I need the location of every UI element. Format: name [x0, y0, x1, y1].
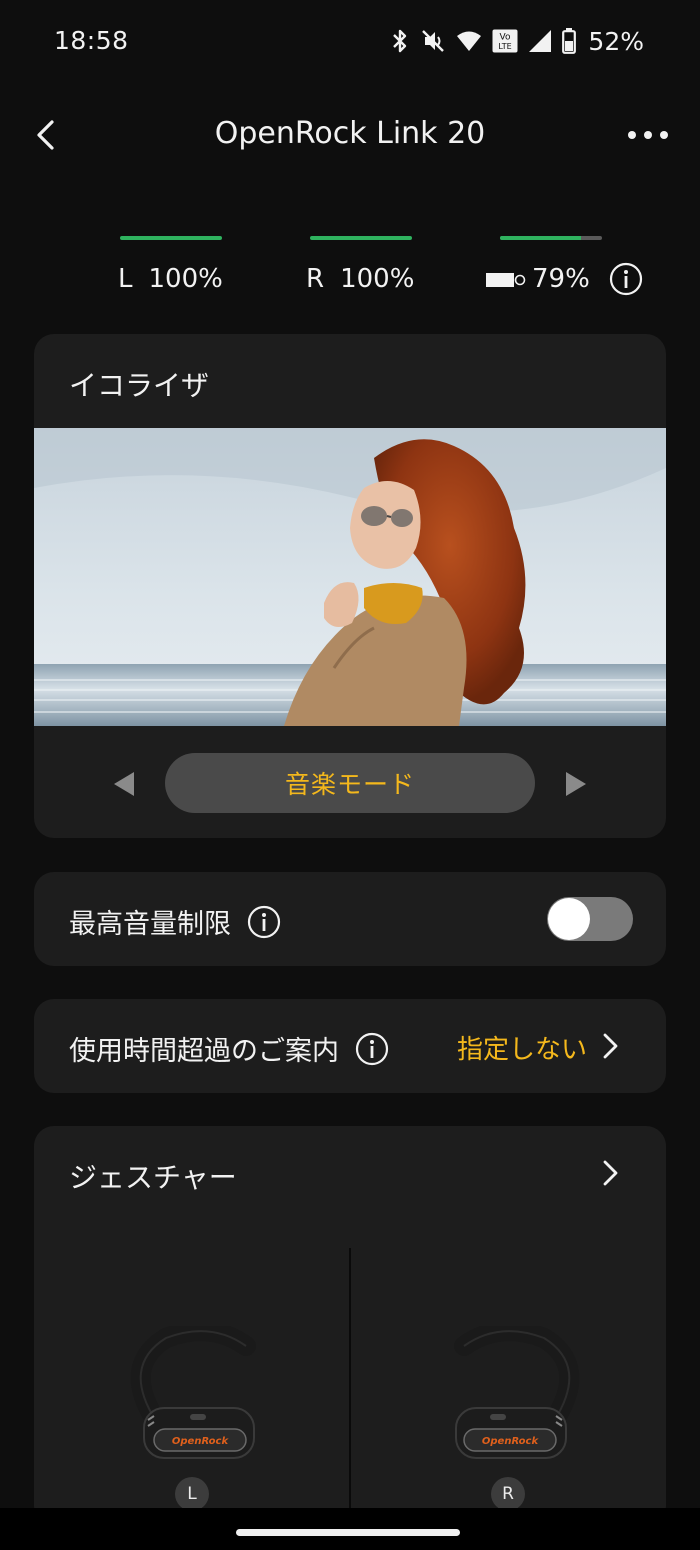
- home-indicator[interactable]: [236, 1529, 460, 1536]
- battery-icon: [562, 28, 577, 54]
- svg-text:Vo: Vo: [500, 33, 511, 43]
- chevron-right-icon: [603, 1033, 618, 1059]
- equalizer-mode-button[interactable]: 音楽モード: [165, 753, 535, 813]
- battery-right-bar: [310, 236, 412, 240]
- battery-left-label: L 100%: [118, 264, 223, 294]
- left-earbud-brand: OpenRock: [172, 1436, 230, 1447]
- woman-by-sea-photo: [34, 428, 666, 726]
- info-icon: [609, 262, 643, 296]
- battery-left-value: 100%: [148, 264, 223, 294]
- battery-case-value: 79%: [532, 264, 590, 294]
- status-icons: Vo LTE 52%: [390, 26, 644, 56]
- left-earbud-badge: L: [175, 1477, 209, 1511]
- battery-info-button[interactable]: [609, 262, 643, 296]
- right-earbud-badge: R: [491, 1477, 525, 1511]
- battery-left-fill: [120, 236, 222, 240]
- battery-case-label: 79%: [486, 264, 590, 294]
- max-volume-card: 最高音量制限: [34, 872, 666, 966]
- right-earbud-image: OpenRock: [454, 1326, 580, 1459]
- battery-left-side: L: [118, 264, 133, 294]
- signal-icon: [529, 30, 552, 52]
- battery-percent: 52%: [588, 26, 644, 56]
- usage-reminder-label: 使用時間超過のご案内: [69, 1036, 339, 1067]
- battery-right-fill: [310, 236, 412, 240]
- volte-icon: Vo LTE: [492, 29, 518, 53]
- status-time: 18:58: [54, 26, 129, 55]
- more-horizontal-icon: [628, 131, 668, 139]
- battery-right-side: R: [306, 264, 325, 294]
- battery-right-label: R 100%: [306, 264, 414, 294]
- previous-mode-button[interactable]: [112, 770, 136, 798]
- bluetooth-icon: [393, 29, 407, 53]
- battery-status: L 100% R 100% 79%: [0, 236, 700, 306]
- usage-reminder-info-icon[interactable]: [355, 1032, 389, 1066]
- navigation-bar: [0, 1508, 700, 1550]
- battery-right: [310, 236, 412, 240]
- equalizer-title: イコライザ: [69, 369, 210, 402]
- vibrate-off-icon: [422, 30, 445, 52]
- more-button[interactable]: [626, 122, 670, 148]
- svg-text:LTE: LTE: [499, 42, 512, 51]
- usage-reminder-row: 使用時間超過のご案内: [69, 1029, 389, 1068]
- battery-left: [120, 236, 222, 240]
- battery-left-bar: [120, 236, 222, 240]
- page-title: OpenRock Link 20: [214, 116, 486, 151]
- max-volume-toggle[interactable]: [547, 897, 633, 941]
- charging-case-icon: [486, 272, 526, 287]
- right-earbud-brand: OpenRock: [482, 1436, 540, 1447]
- wifi-icon: [457, 31, 482, 51]
- battery-case: [500, 236, 602, 240]
- usage-reminder-value: 指定しない: [457, 1035, 588, 1065]
- max-volume-info-icon[interactable]: [247, 905, 281, 939]
- status-bar: 18:58 Vo LTE 52%: [0, 0, 700, 84]
- left-earbud-image: OpenRock: [130, 1326, 256, 1459]
- gesture-divider: [349, 1248, 351, 1526]
- chevron-right-icon: [603, 1160, 618, 1186]
- equalizer-card: イコライザ 音楽モード: [34, 334, 666, 838]
- equalizer-mode-image: [34, 428, 666, 726]
- battery-case-bar: [500, 236, 602, 240]
- toggle-knob: [548, 898, 590, 940]
- max-volume-label: 最高音量制限: [69, 909, 231, 940]
- max-volume-row: 最高音量制限: [69, 902, 281, 941]
- battery-right-value: 100%: [340, 264, 415, 294]
- gesture-title: ジェスチャー: [69, 1161, 237, 1194]
- battery-case-fill: [500, 236, 581, 240]
- gesture-card[interactable]: ジェスチャー OpenRock L OpenRock R: [34, 1126, 666, 1526]
- usage-reminder-card[interactable]: 使用時間超過のご案内 指定しない: [34, 999, 666, 1093]
- top-bar: OpenRock Link 20: [0, 100, 700, 170]
- next-mode-button[interactable]: [564, 770, 588, 798]
